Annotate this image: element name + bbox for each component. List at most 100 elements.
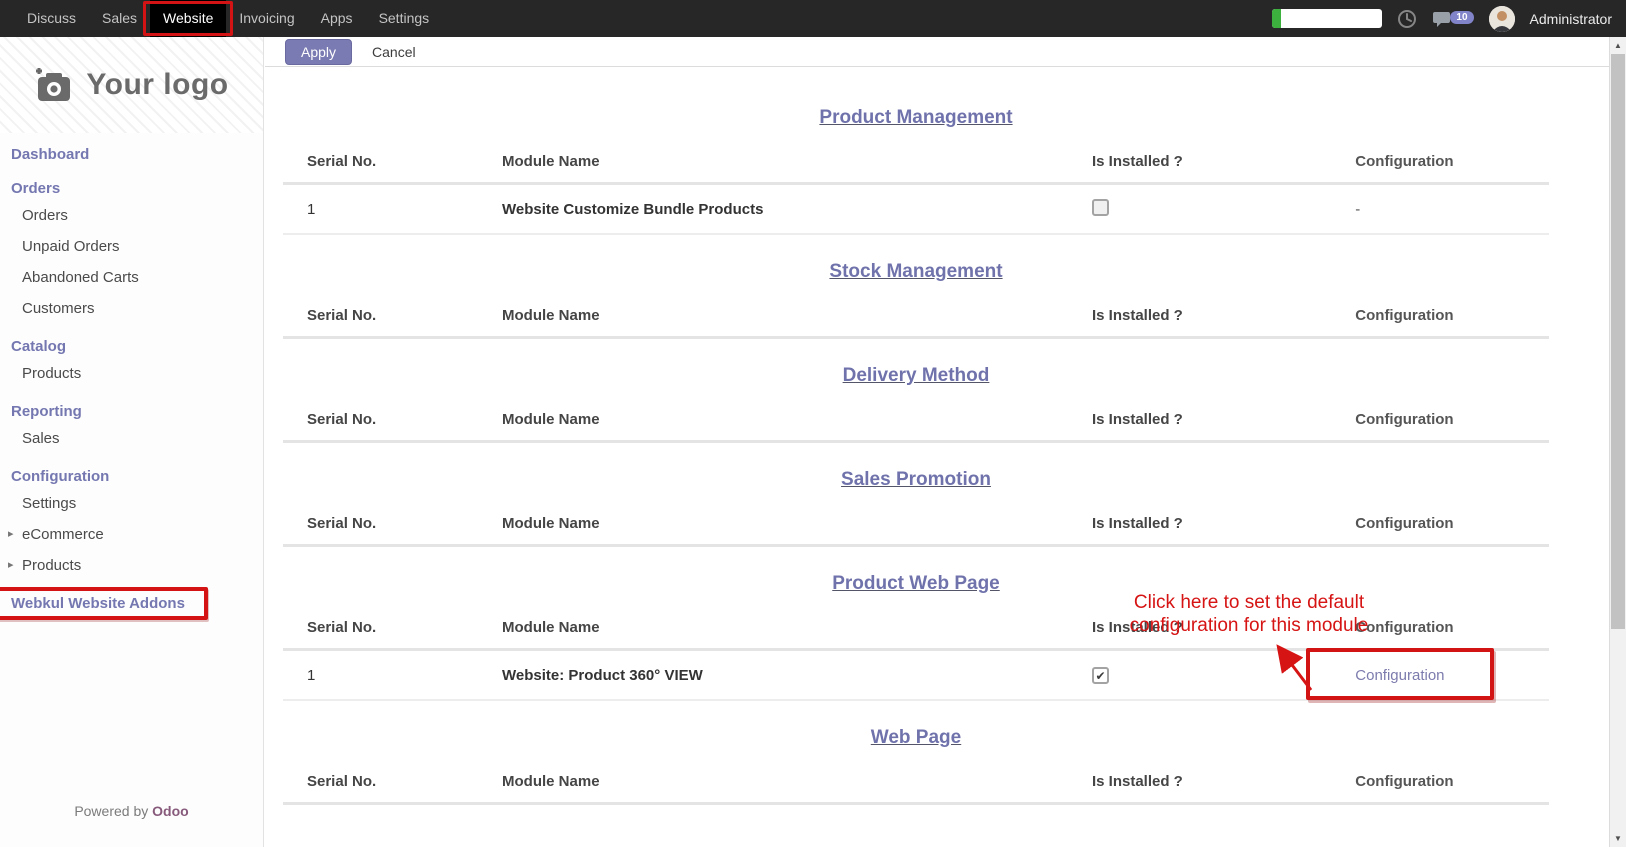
nav-item-invoicing[interactable]: Invoicing (226, 0, 307, 37)
installed-cell: ✔ (1092, 667, 1355, 684)
section-title-product-management[interactable]: Product Management (819, 107, 1012, 128)
cancel-button[interactable]: Cancel (362, 40, 426, 64)
progress-fill (1272, 9, 1281, 28)
column-header-is-installed: Is Installed ? (1092, 401, 1355, 438)
sidebar-header-webkul-website-addons[interactable]: Webkul Website Addons (0, 592, 196, 615)
configuration-cell: Configuration (1355, 667, 1549, 684)
user-name[interactable]: Administrator (1530, 11, 1612, 27)
sidebar: Your logo Dashboard Orders Orders Unpaid Or… (0, 37, 264, 847)
serial-cell: 1 (283, 201, 502, 218)
column-header-serial-no: Serial No. (283, 401, 502, 438)
message-count-badge: 10 (1450, 11, 1473, 24)
column-header-configuration: Configuration (1355, 763, 1549, 800)
logo-text: Your logo (86, 68, 228, 102)
messages-icon[interactable]: 10 (1432, 8, 1474, 30)
user-photo (1489, 6, 1515, 32)
section-title-product-web-page[interactable]: Product Web Page (832, 573, 1000, 594)
serial-cell: 1 (283, 667, 502, 684)
top-nav: DiscussSalesWebsiteInvoicingAppsSettings… (0, 0, 1626, 37)
column-header-is-installed: Is Installed ? (1092, 297, 1355, 334)
column-header-serial-no: Serial No. (283, 763, 502, 800)
clock-icon[interactable] (1397, 9, 1417, 29)
apply-button[interactable]: Apply (285, 39, 352, 65)
sidebar-header-configuration[interactable]: Configuration (0, 465, 120, 488)
column-header-module-name: Module Name (502, 609, 1092, 646)
module-name-cell: Website Customize Bundle Products (502, 201, 1092, 218)
installed-checkbox[interactable] (1092, 199, 1109, 216)
sidebar-item-orders[interactable]: Orders (0, 200, 263, 231)
section-product-web-page: Product Web PageSerial No.Module NameIs … (283, 573, 1549, 701)
chevron-right-icon: ▸ (8, 558, 14, 571)
column-header-module-name: Module Name (502, 143, 1092, 180)
scroll-down-button[interactable]: ▼ (1610, 830, 1626, 847)
section-heading-wrap: Delivery Method (283, 365, 1549, 387)
scrollbar[interactable]: ▲ ▼ (1609, 37, 1626, 847)
powered-by: Powered by Odoo (0, 803, 263, 819)
column-header-is-installed: Is Installed ? (1092, 505, 1355, 542)
sidebar-item-unpaid-orders[interactable]: Unpaid Orders (0, 231, 263, 262)
sidebar-header-reporting[interactable]: Reporting (0, 400, 93, 423)
module-row: 1Website Customize Bundle Products- (283, 185, 1549, 235)
sidebar-item-products[interactable]: Products (0, 358, 263, 389)
sidebar-header-catalog[interactable]: Catalog (0, 335, 77, 358)
column-header-configuration: Configuration (1355, 505, 1549, 542)
installed-cell (1092, 199, 1355, 220)
extension-progress-pill (1272, 9, 1382, 28)
column-header-module-name: Module Name (502, 505, 1092, 542)
sidebar-header-dashboard[interactable]: Dashboard (0, 143, 100, 166)
sidebar-header-orders[interactable]: Orders (0, 177, 71, 200)
nav-item-discuss[interactable]: Discuss (14, 0, 89, 37)
sidebar-item-label: Customers (22, 300, 95, 317)
sections-container: Product ManagementSerial No.Module NameI… (265, 67, 1609, 805)
section-product-management: Product ManagementSerial No.Module NameI… (283, 107, 1549, 235)
installed-checkbox[interactable]: ✔ (1092, 667, 1109, 684)
column-header-module-name: Module Name (502, 401, 1092, 438)
column-header-is-installed: Is Installed ? (1092, 143, 1355, 180)
section-sales-promotion: Sales Promotion Serial No.Module NameIs I… (283, 469, 1549, 547)
section-delivery-method: Delivery Method Serial No.Module NameIs I… (283, 365, 1549, 443)
nav-item-apps[interactable]: Apps (308, 0, 366, 37)
nav-item-settings[interactable]: Settings (366, 0, 443, 37)
section-title-stock-management[interactable]: Stock Management (829, 261, 1002, 282)
section-heading-wrap: Product Management (283, 107, 1549, 129)
logo: Your logo (0, 37, 263, 133)
sidebar-item-label: Products (22, 557, 81, 574)
nav-item-sales[interactable]: Sales (89, 0, 150, 37)
column-header-serial-no: Serial No. (283, 297, 502, 334)
column-header-module-name: Module Name (502, 297, 1092, 334)
header-divider (283, 544, 1549, 547)
sidebar-item-products[interactable]: ▸ Products (0, 550, 263, 581)
sidebar-item-settings[interactable]: Settings (0, 488, 263, 519)
column-header-configuration: Configuration (1355, 143, 1549, 180)
section-title-sales-promotion[interactable]: Sales Promotion (841, 469, 991, 490)
sidebar-item-sales[interactable]: Sales (0, 423, 263, 454)
toolbar: Apply Cancel (265, 37, 1609, 67)
annotation-text: Click here to set the defaultconfigurati… (1079, 591, 1419, 637)
sidebar-item-label: Unpaid Orders (22, 238, 120, 255)
module-row: 1Website: Product 360° VIEW✔ Configuratio… (283, 651, 1549, 701)
section-heading-wrap: Web Page (283, 727, 1549, 749)
section-title-delivery-method[interactable]: Delivery Method (843, 365, 990, 386)
section-web-page: Web PageSerial No.Module NameIs Installe… (283, 727, 1549, 805)
section-title-web-page[interactable]: Web Page (871, 727, 961, 748)
sidebar-item-customers[interactable]: Customers (0, 293, 263, 324)
sidebar-item-abandoned-carts[interactable]: Abandoned Carts (0, 262, 263, 293)
avatar[interactable] (1489, 6, 1515, 32)
sidebar-item-label: Products (22, 365, 81, 382)
sidebar-item-label: Orders (22, 207, 68, 224)
sidebar-item-label: Abandoned Carts (22, 269, 139, 286)
section-heading-wrap: Sales Promotion (283, 469, 1549, 491)
table-header-row: Serial No.Module NameIs Installed ?Confi… (283, 505, 1549, 542)
top-nav-right: 10 Administrator (1272, 6, 1612, 32)
configuration-link[interactable]: Configuration (1355, 667, 1444, 684)
chevron-right-icon: ▸ (8, 527, 14, 540)
scrollbar-thumb[interactable] (1611, 54, 1625, 629)
main-content: Apply Cancel Product ManagementSerial No… (265, 37, 1609, 847)
sidebar-item-ecommerce[interactable]: ▸eCommerce (0, 519, 263, 550)
column-header-serial-no: Serial No. (283, 609, 502, 646)
odoo-brand-link[interactable]: Odoo (152, 803, 189, 819)
nav-item-website[interactable]: Website (150, 0, 226, 37)
table-header-row: Serial No.Module NameIs Installed ?Confi… (283, 297, 1549, 334)
module-name-cell: Website: Product 360° VIEW (502, 667, 1092, 684)
scroll-up-button[interactable]: ▲ (1610, 37, 1626, 54)
